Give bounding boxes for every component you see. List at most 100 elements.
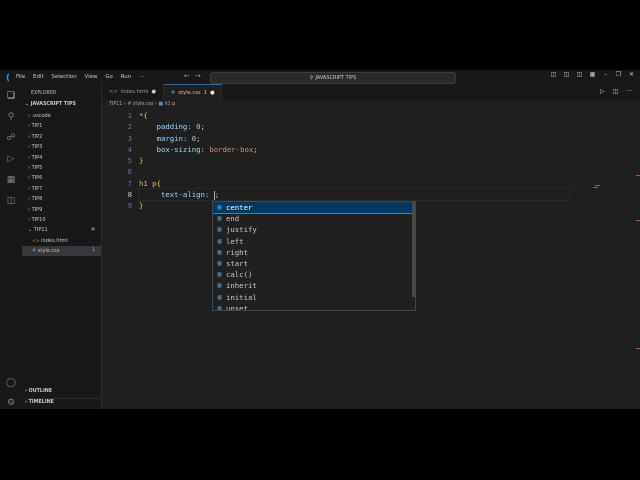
suggestion-item[interactable]: ▤ right bbox=[213, 247, 415, 258]
line-number: 3 bbox=[127, 133, 132, 143]
tree-item-tip1[interactable]: › TIP1 bbox=[22, 121, 101, 131]
menu-more[interactable]: ··· bbox=[139, 74, 144, 80]
tree-item-vscode[interactable]: › .vscode bbox=[22, 111, 101, 121]
menu-go[interactable]: Go bbox=[105, 74, 113, 80]
problem-count-badge: 1 bbox=[203, 89, 207, 96]
settings-gear-icon[interactable]: ⚙ bbox=[5, 397, 17, 409]
suggestion-item[interactable]: ▤ start bbox=[213, 258, 415, 269]
chevron-right-icon: › bbox=[28, 185, 30, 192]
close-icon[interactable]: ✕ bbox=[625, 71, 638, 78]
value-icon: ▤ bbox=[217, 204, 222, 212]
value-icon: ▤ bbox=[217, 226, 222, 234]
chevron-right-icon: › bbox=[28, 154, 30, 161]
layout-editor-icon[interactable]: ◫ bbox=[573, 71, 586, 78]
line-number: 9 bbox=[127, 201, 132, 211]
suggestion-item[interactable]: ▤ calc() bbox=[213, 269, 415, 280]
current-line-number: 8 bbox=[127, 190, 132, 200]
layout-sidebar-icon[interactable]: ◫ bbox=[560, 71, 573, 78]
menu-run[interactable]: Run bbox=[121, 74, 132, 80]
forward-arrow-icon[interactable]: → bbox=[195, 72, 206, 80]
breadcrumb-file[interactable]: style.css bbox=[133, 102, 154, 107]
menu-file[interactable]: File bbox=[16, 74, 25, 80]
tab-label: style.css bbox=[178, 89, 201, 96]
outline-section[interactable]: › OUTLINE bbox=[25, 389, 52, 394]
layout-panel-icon[interactable]: ◫ bbox=[547, 71, 560, 78]
problem-count-badge: 1 bbox=[92, 248, 95, 254]
vscode-logo-icon[interactable]: ❪ bbox=[0, 70, 16, 84]
minimize-icon[interactable]: – bbox=[599, 71, 612, 78]
error-marker bbox=[636, 348, 640, 349]
run-debug-icon[interactable]: ▷ bbox=[5, 153, 17, 165]
account-icon[interactable]: ◯ bbox=[5, 377, 17, 389]
layout-custom-icon[interactable]: ▦ bbox=[586, 71, 599, 78]
css-file-icon: # bbox=[127, 102, 132, 107]
suggestion-item[interactable]: ▤ inherit bbox=[213, 280, 415, 291]
value-icon: ▤ bbox=[217, 260, 222, 268]
tree-item-tip10[interactable]: › TIP10 bbox=[22, 215, 101, 225]
menu-selection[interactable]: Selection bbox=[51, 74, 76, 80]
css-file-icon: # bbox=[170, 89, 176, 96]
code-lines: *{ padding: 0; margin: 0; box-sizing: bo… bbox=[138, 110, 570, 212]
explorer-sidebar: EXPLORER ⌄ JAVASCRIPT TIPS › .vscode › T… bbox=[22, 84, 102, 409]
menu-edit[interactable]: Edit bbox=[33, 74, 44, 80]
tree-item-tip6[interactable]: › TIP6 bbox=[22, 173, 101, 183]
timeline-section[interactable]: › TIMELINE bbox=[25, 400, 54, 405]
workspace-root[interactable]: ⌄ JAVASCRIPT TIPS bbox=[25, 102, 76, 107]
suggestion-item[interactable]: ▤ left bbox=[213, 236, 415, 247]
suggestion-item[interactable]: ▤ center bbox=[213, 202, 415, 215]
chevron-right-icon: › bbox=[28, 164, 30, 171]
chevron-right-icon: › bbox=[28, 144, 30, 151]
modified-dot-icon[interactable]: ● bbox=[210, 85, 215, 101]
tree-item-tip7[interactable]: › TIP7 bbox=[22, 184, 101, 194]
database-icon[interactable]: ◫ bbox=[5, 195, 17, 207]
maximize-icon[interactable]: ❐ bbox=[612, 71, 625, 78]
suggestion-item[interactable]: ▤ justify bbox=[213, 224, 415, 235]
tree-item-tip11[interactable]: ⌄ TIP11 ● bbox=[22, 225, 101, 235]
menu-view[interactable]: View bbox=[84, 74, 97, 80]
tree-item-tip5[interactable]: › TIP5 bbox=[22, 163, 101, 173]
command-center-search[interactable]: ⚲ JAVASCRIPT TIPS bbox=[210, 72, 456, 84]
modified-dot-icon: ● bbox=[91, 227, 95, 233]
modified-dot-icon[interactable]: ● bbox=[151, 84, 156, 100]
file-tree: › .vscode › TIP1 › TIP2 › TIP3 › TIP4 › … bbox=[22, 111, 101, 257]
explorer-icon[interactable]: ❏ bbox=[5, 90, 17, 102]
split-editor-icon[interactable]: ◫ bbox=[613, 88, 619, 95]
minimap-line bbox=[595, 185, 600, 186]
suggestion-item[interactable]: ▤ unset bbox=[213, 303, 415, 311]
tree-item-index-html[interactable]: <> index.html bbox=[22, 236, 101, 246]
error-marker bbox=[636, 175, 640, 176]
breadcrumb-folder[interactable]: TIP11 bbox=[109, 102, 122, 107]
explorer-header: EXPLORER bbox=[31, 91, 57, 96]
editor-scrollbar[interactable] bbox=[634, 110, 640, 350]
run-icon[interactable]: ▷ bbox=[600, 88, 605, 95]
tree-item-tip4[interactable]: › TIP4 bbox=[22, 153, 101, 163]
back-arrow-icon[interactable]: ← bbox=[184, 72, 195, 80]
tree-item-tip3[interactable]: › TIP3 bbox=[22, 142, 101, 152]
editor-actions: ▷ ◫ ··· bbox=[600, 88, 632, 95]
symbol-icon: ▦ bbox=[158, 102, 164, 107]
extensions-icon[interactable]: ▦ bbox=[5, 174, 17, 186]
value-icon: ▤ bbox=[217, 304, 222, 311]
tree-item-tip9[interactable]: › TIP9 bbox=[22, 205, 101, 215]
tree-item-tip8[interactable]: › TIP8 bbox=[22, 194, 101, 204]
suggestion-widget: ▤ center ▤ end ▤ justify ▤ left ▤ right ▤ star… bbox=[212, 201, 416, 311]
suggestion-item[interactable]: ▤ initial bbox=[213, 292, 415, 303]
tree-item-tip2[interactable]: › TIP2 bbox=[22, 132, 101, 142]
chevron-right-icon: › bbox=[28, 113, 30, 119]
tree-item-style-css[interactable]: # style.css 1 bbox=[22, 246, 101, 257]
code-line: h1 p{ bbox=[139, 178, 161, 188]
tab-index-html[interactable]: <> index.html ● bbox=[102, 84, 164, 100]
value-icon: ▤ bbox=[217, 237, 222, 245]
html-file-icon: <> bbox=[109, 89, 118, 95]
search-icon[interactable]: ⚲ bbox=[5, 111, 17, 123]
suggestion-scrollbar[interactable] bbox=[412, 202, 415, 297]
more-actions-icon[interactable]: ··· bbox=[626, 88, 632, 95]
tab-style-css[interactable]: # style.css 1 ● bbox=[163, 84, 223, 101]
suggestion-item[interactable]: ▤ end bbox=[213, 213, 415, 224]
source-control-icon[interactable]: ☍ bbox=[5, 132, 17, 144]
chevron-right-icon: › bbox=[28, 206, 30, 213]
breadcrumb-symbol[interactable]: h1 p bbox=[165, 102, 176, 107]
search-icon: ⚲ bbox=[309, 75, 314, 81]
chevron-down-icon: ⌄ bbox=[28, 227, 33, 234]
value-icon: ▤ bbox=[217, 215, 222, 223]
